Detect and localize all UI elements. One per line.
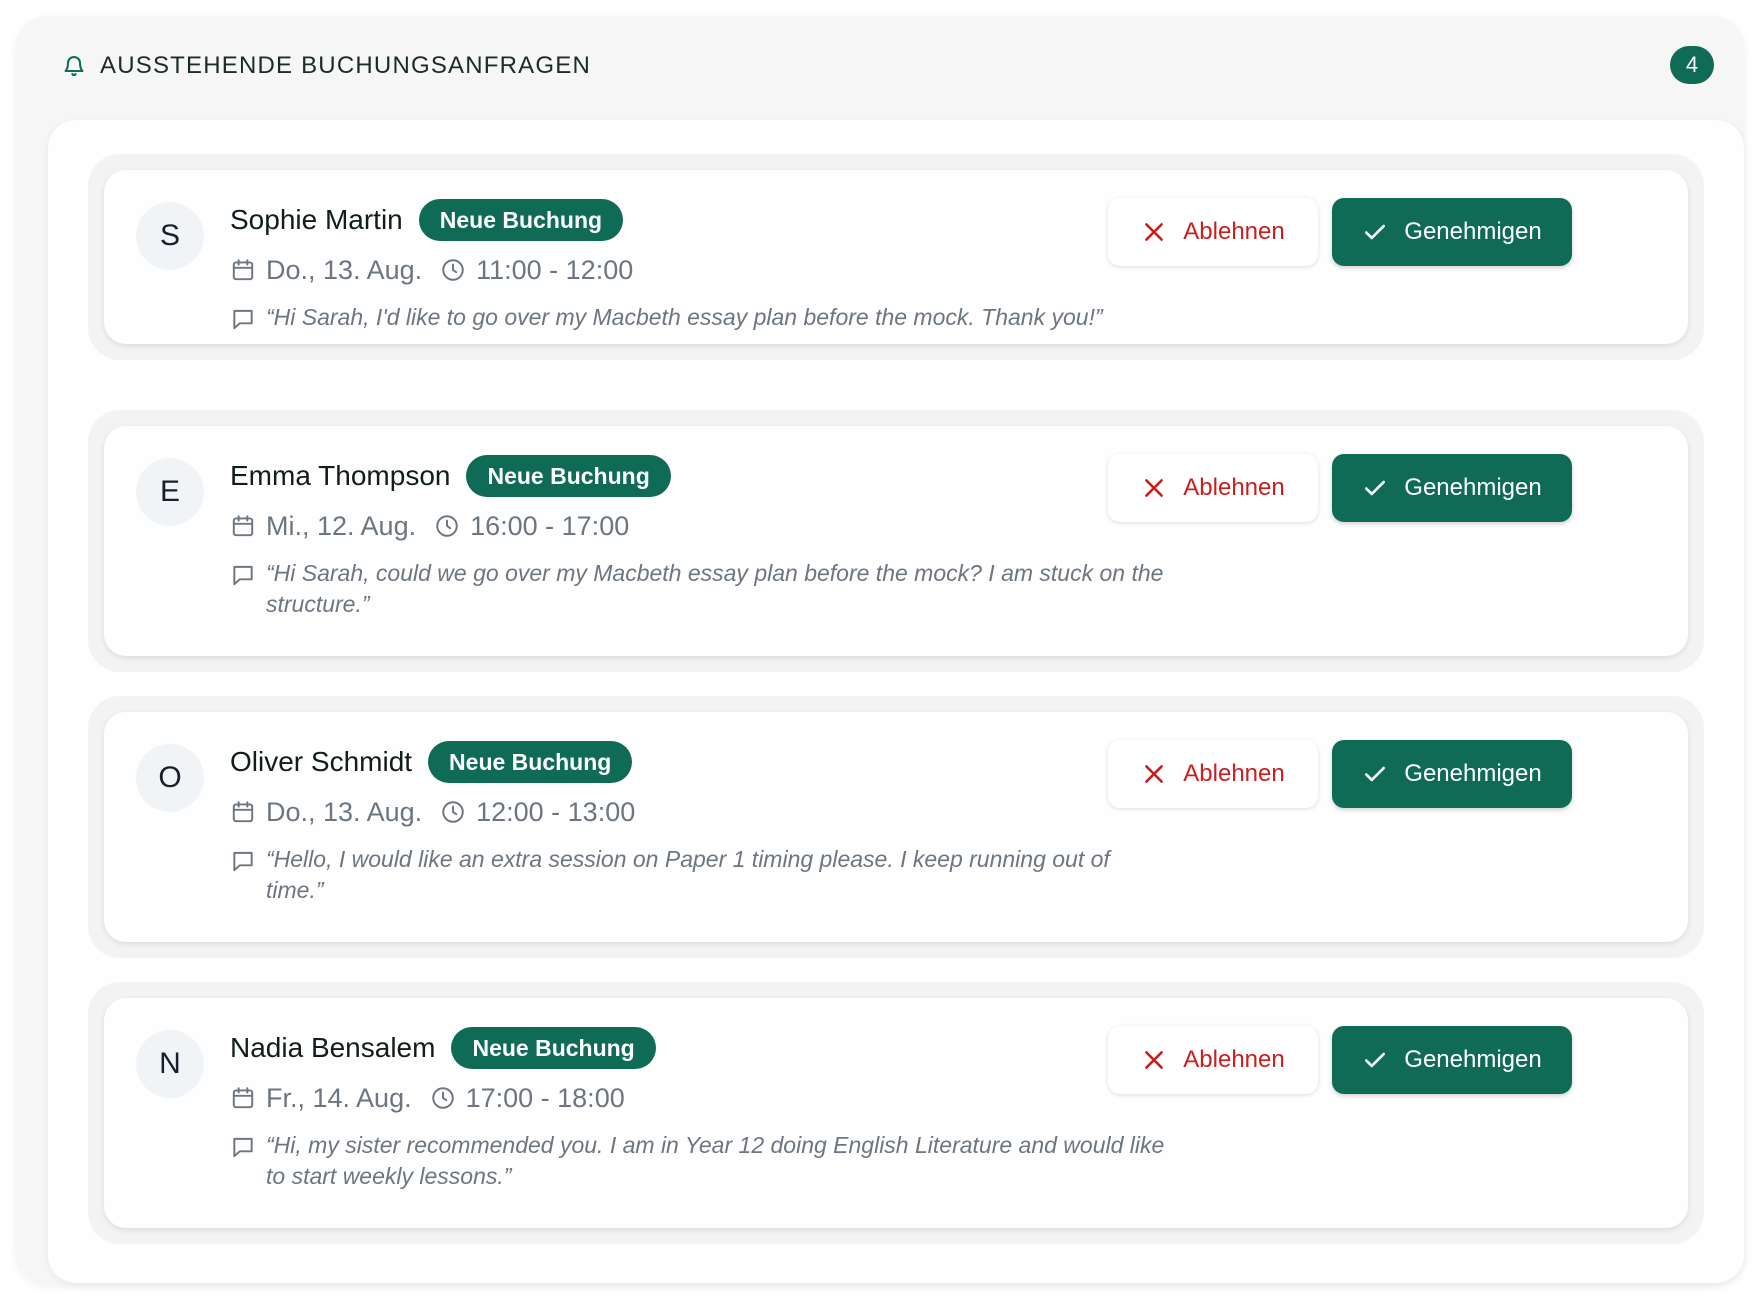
request-card-wrapper: E Emma Thompson Neue Buchung Mi., 12. Au… [88,410,1704,672]
calendar-icon [230,799,256,825]
close-icon [1141,475,1167,501]
booking-time: 11:00 - 12:00 [476,254,634,285]
request-message: “Hi Sarah, I'd like to go over my Macbet… [266,304,1103,330]
status-badge: Neue Buchung [466,455,671,497]
request-card: O Oliver Schmidt Neue Buchung Do., 13. A… [104,712,1688,942]
avatar: O [136,744,204,812]
request-details: Nadia Bensalem Neue Buchung Fr., 14. Aug… [230,1026,1170,1192]
calendar-icon [230,513,256,539]
check-icon [1362,219,1388,245]
decline-button[interactable]: Ablehnen [1108,740,1318,808]
approve-button[interactable]: Genehmigen [1332,454,1572,522]
decline-label: Ablehnen [1183,760,1285,787]
request-details: Oliver Schmidt Neue Buchung Do., 13. Aug… [230,740,1170,906]
bell-icon [62,54,86,78]
pending-requests-panel: AUSSTEHENDE BUCHUNGSANFRAGEN 4 S Sophie … [16,16,1744,1285]
requester-name: Oliver Schmidt [230,746,413,777]
panel-title: AUSSTEHENDE BUCHUNGSANFRAGEN [100,52,591,79]
close-icon [1141,219,1167,245]
request-card-wrapper: O Oliver Schmidt Neue Buchung Do., 13. A… [88,696,1704,958]
booking-date: Do., 13. Aug. [266,796,423,827]
approve-label: Genehmigen [1404,1046,1542,1073]
close-icon [1141,1047,1167,1073]
request-message: “Hello, I would like an extra session on… [266,846,1110,903]
request-card: S Sophie Martin Neue Buchung Do., 13. Au… [104,170,1688,344]
request-message: “Hi, my sister recommended you. I am in … [266,1132,1165,1189]
avatar: S [136,202,204,270]
avatar: N [136,1030,204,1098]
calendar-icon [230,257,256,283]
panel-header: AUSSTEHENDE BUCHUNGSANFRAGEN 4 [44,34,1716,98]
clock-icon [434,513,460,539]
booking-date: Mi., 12. Aug. [266,510,417,541]
check-icon [1362,1047,1388,1073]
request-card: N Nadia Bensalem Neue Buchung Fr., 14. A… [104,998,1688,1228]
requester-name: Nadia Bensalem [230,1032,436,1063]
approve-label: Genehmigen [1404,760,1542,787]
approve-button[interactable]: Genehmigen [1332,198,1572,266]
status-badge: Neue Buchung [428,741,633,783]
clock-icon [440,799,466,825]
status-badge: Neue Buchung [418,199,624,241]
booking-date: Do., 13. Aug. [266,254,423,285]
check-icon [1362,475,1388,501]
message-icon [230,306,256,332]
decline-label: Ablehnen [1183,474,1285,501]
request-count-badge: 4 [1670,46,1714,84]
requester-name: Sophie Martin [230,204,403,235]
booking-time: 16:00 - 17:00 [470,510,630,541]
decline-label: Ablehnen [1183,218,1285,245]
calendar-icon [230,1085,256,1111]
request-message: “Hi Sarah, could we go over my Macbeth e… [266,560,1164,617]
message-icon [230,848,256,874]
decline-button[interactable]: Ablehnen [1108,454,1318,522]
booking-date: Fr., 14. Aug. [266,1082,412,1113]
approve-button[interactable]: Genehmigen [1332,1026,1572,1094]
request-card-wrapper: N Nadia Bensalem Neue Buchung Fr., 14. A… [88,982,1704,1244]
booking-time: 12:00 - 13:00 [476,796,636,827]
check-icon [1362,761,1388,787]
decline-label: Ablehnen [1183,1046,1285,1073]
request-list: S Sophie Martin Neue Buchung Do., 13. Au… [48,120,1744,1283]
request-card-wrapper: S Sophie Martin Neue Buchung Do., 13. Au… [88,154,1704,360]
close-icon [1141,761,1167,787]
request-card: E Emma Thompson Neue Buchung Mi., 12. Au… [104,426,1688,656]
request-details: Sophie Martin Neue Buchung Do., 13. Aug.… [230,198,1170,333]
message-icon [230,562,256,588]
decline-button[interactable]: Ablehnen [1108,198,1318,266]
request-details: Emma Thompson Neue Buchung Mi., 12. Aug.… [230,454,1170,620]
clock-icon [430,1085,456,1111]
booking-time: 17:00 - 18:00 [465,1082,625,1113]
avatar: E [136,458,204,526]
clock-icon [440,257,466,283]
approve-label: Genehmigen [1404,218,1542,245]
decline-button[interactable]: Ablehnen [1108,1026,1318,1094]
message-icon [230,1134,256,1160]
status-badge: Neue Buchung [451,1027,656,1069]
approve-label: Genehmigen [1404,474,1542,501]
requester-name: Emma Thompson [230,460,451,491]
approve-button[interactable]: Genehmigen [1332,740,1572,808]
